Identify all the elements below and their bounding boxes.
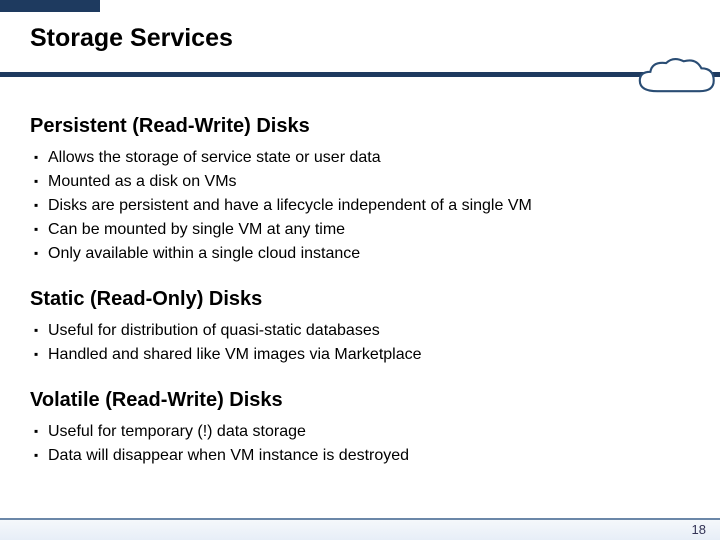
list-item: Only available within a single cloud ins… — [48, 242, 690, 266]
title-underline — [0, 72, 720, 77]
section-heading: Static (Read-Only) Disks — [30, 288, 690, 311]
content-area: Persistent (Read-Write) Disks Allows the… — [30, 115, 690, 468]
bullet-list: Allows the storage of service state or u… — [30, 146, 690, 266]
footer-bar: 18 — [0, 518, 720, 540]
list-item: Allows the storage of service state or u… — [48, 146, 690, 170]
bullet-list: Useful for temporary (!) data storage Da… — [30, 420, 690, 468]
list-item: Disks are persistent and have a lifecycl… — [48, 194, 690, 218]
list-item: Mounted as a disk on VMs — [48, 170, 690, 194]
header-accent-bar — [0, 0, 100, 12]
list-item: Useful for distribution of quasi-static … — [48, 319, 690, 343]
page-number: 18 — [692, 522, 706, 537]
cloud-icon — [630, 56, 720, 105]
list-item: Data will disappear when VM instance is … — [48, 444, 690, 468]
section-heading: Volatile (Read-Write) Disks — [30, 389, 690, 412]
page-title: Storage Services — [30, 24, 233, 53]
list-item: Useful for temporary (!) data storage — [48, 420, 690, 444]
bullet-list: Useful for distribution of quasi-static … — [30, 319, 690, 367]
list-item: Can be mounted by single VM at any time — [48, 218, 690, 242]
list-item: Handled and shared like VM images via Ma… — [48, 343, 690, 367]
section-heading: Persistent (Read-Write) Disks — [30, 115, 690, 138]
